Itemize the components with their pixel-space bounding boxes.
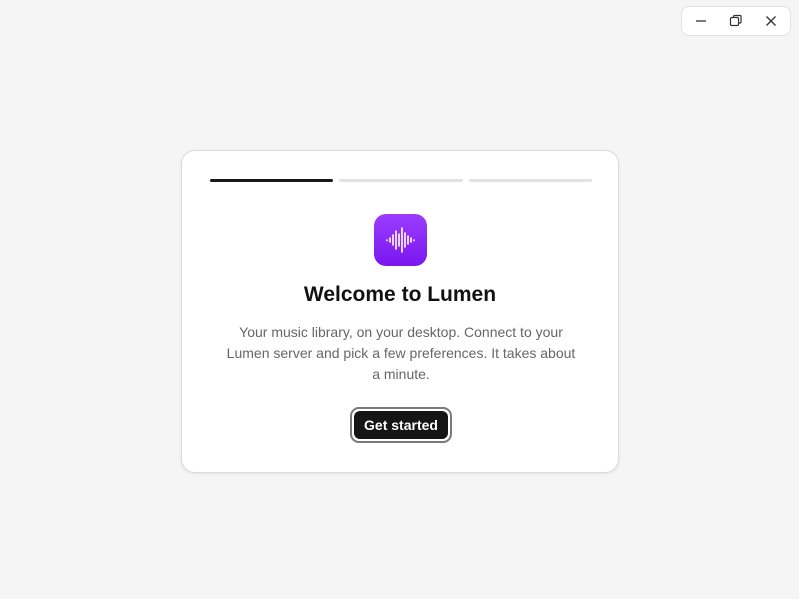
- window-controls: [681, 6, 791, 36]
- close-icon: [765, 16, 776, 26]
- restore-button[interactable]: [722, 9, 750, 33]
- onboarding-card: Welcome to Lumen Your music library, on …: [181, 150, 619, 473]
- get-started-label: Get started: [354, 411, 448, 439]
- step-progress: [210, 179, 592, 182]
- waveform-icon: [385, 227, 415, 253]
- progress-step-2: [339, 179, 463, 182]
- minimize-button[interactable]: [687, 9, 715, 33]
- progress-step-1: [210, 179, 334, 182]
- get-started-button[interactable]: Get started: [350, 407, 452, 443]
- progress-step-3: [468, 179, 592, 182]
- welcome-title: Welcome to Lumen: [303, 283, 497, 306]
- restore-icon: [729, 14, 742, 27]
- app-logo: [374, 214, 427, 266]
- minimize-icon: [696, 20, 707, 22]
- welcome-description: Your music library, on your desktop. Con…: [226, 324, 576, 382]
- close-button[interactable]: [757, 9, 785, 33]
